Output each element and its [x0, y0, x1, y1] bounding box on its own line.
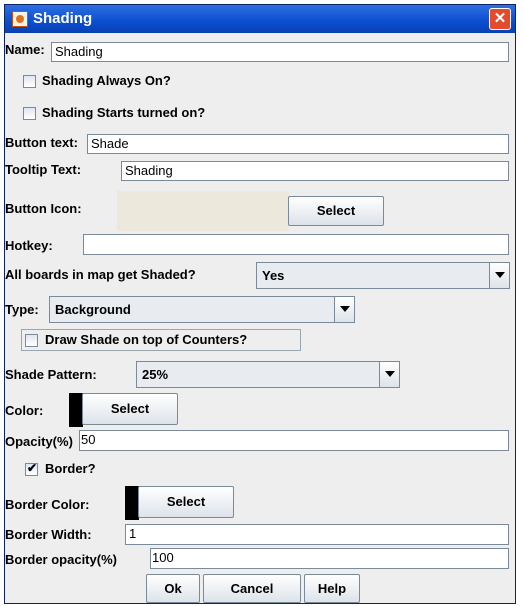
window-title: Shading — [33, 10, 92, 27]
shading-dialog: Shading ✕ Name: Shading Shading Always O… — [4, 4, 516, 604]
shading-starts-on-label: Shading Starts turned on? — [42, 105, 205, 120]
close-button[interactable]: ✕ — [489, 8, 511, 30]
type-select[interactable]: Background — [49, 296, 355, 323]
color-label: Color: — [5, 403, 43, 418]
cancel-button[interactable]: Cancel — [203, 574, 301, 603]
ok-button[interactable]: Ok — [146, 574, 200, 603]
button-text-label: Button text: — [5, 135, 78, 150]
hotkey-field[interactable] — [83, 234, 509, 255]
button-text-field[interactable]: Shade — [87, 134, 509, 154]
chevron-down-icon[interactable] — [334, 297, 354, 322]
shading-always-on-checkbox[interactable] — [23, 75, 36, 88]
opacity-field[interactable]: 50 — [79, 430, 509, 451]
border-label: Border? — [45, 461, 96, 476]
color-swatch — [69, 393, 83, 427]
hotkey-label: Hotkey: — [5, 238, 53, 253]
border-color-label: Border Color: — [5, 497, 90, 512]
help-button[interactable]: Help — [304, 574, 360, 603]
shading-starts-on-checkbox[interactable] — [23, 107, 36, 120]
button-icon-preview — [117, 191, 289, 231]
border-opacity-label: Border opacity(%) — [5, 552, 117, 567]
tooltip-text-field[interactable]: Shading — [121, 161, 509, 181]
draw-shade-on-top-label: Draw Shade on top of Counters? — [45, 332, 247, 347]
shade-pattern-value: 25% — [142, 367, 168, 382]
name-label: Name: — [5, 42, 45, 57]
title-bar[interactable]: Shading ✕ — [5, 5, 515, 33]
chevron-down-icon[interactable] — [379, 362, 399, 387]
tooltip-text-label: Tooltip Text: — [5, 162, 81, 177]
border-width-label: Border Width: — [5, 527, 92, 542]
dialog-body: Name: Shading Shading Always On? Shading… — [5, 33, 515, 603]
checkmark-icon: ✔ — [27, 461, 37, 475]
all-boards-select[interactable]: Yes — [256, 262, 510, 289]
opacity-label: Opacity(%) — [5, 434, 73, 449]
border-color-select-button[interactable]: Select — [138, 486, 234, 518]
button-icon-select-button[interactable]: Select — [288, 196, 384, 226]
type-label: Type: — [5, 302, 39, 317]
draw-shade-on-top-checkbox[interactable] — [25, 334, 38, 347]
all-boards-value: Yes — [262, 268, 284, 283]
border-width-field[interactable]: 1 — [125, 524, 509, 545]
shade-pattern-select[interactable]: 25% — [136, 361, 400, 388]
name-field[interactable]: Shading — [51, 42, 509, 62]
border-opacity-field[interactable]: 100 — [150, 548, 509, 569]
border-checkbox[interactable]: ✔ — [25, 463, 38, 476]
shade-pattern-label: Shade Pattern: — [5, 367, 97, 382]
type-value: Background — [55, 302, 131, 317]
shading-always-on-label: Shading Always On? — [42, 73, 171, 88]
button-icon-label: Button Icon: — [5, 201, 82, 216]
java-cup-icon — [12, 11, 28, 27]
border-color-swatch — [125, 486, 139, 520]
all-boards-label: All boards in map get Shaded? — [5, 267, 196, 282]
color-select-button[interactable]: Select — [82, 393, 178, 425]
chevron-down-icon[interactable] — [489, 263, 509, 288]
